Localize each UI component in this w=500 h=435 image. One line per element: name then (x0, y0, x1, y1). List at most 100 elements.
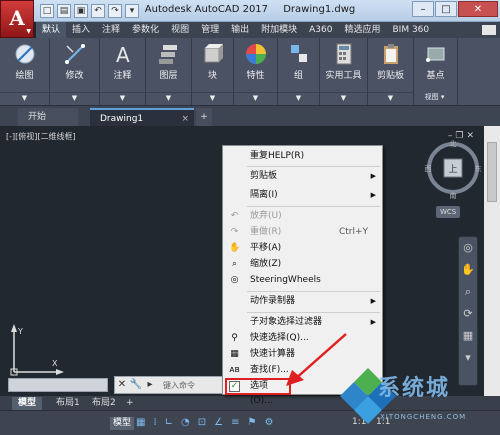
vertical-scrollbar[interactable] (484, 126, 500, 396)
panel-utilities[interactable]: 实用工具 ▼ (320, 38, 368, 105)
application-menu-button[interactable]: A ▼ (0, 0, 34, 38)
menu-item-undo[interactable]: ↶ 放弃(U) (223, 209, 382, 224)
panel-draw-label: 绘图 (15, 71, 34, 81)
wrench-icon[interactable]: 🔧 (129, 377, 143, 393)
find-icon: ᴀʙ (229, 365, 240, 375)
workspace-icon[interactable]: ⚙ (264, 417, 273, 428)
panel-separator (192, 92, 233, 93)
viewport-controls-label[interactable]: [-][俯视][二维线框] (6, 131, 76, 142)
tab-addins[interactable]: 附加模块 (255, 22, 303, 38)
draw-icon (15, 44, 34, 64)
scrollbar-thumb[interactable] (487, 142, 497, 202)
chevron-down-icon[interactable]: ▼ (192, 94, 233, 102)
chevron-down-icon[interactable]: ▼ (234, 94, 277, 102)
chevron-down-icon[interactable]: ▼ (368, 94, 413, 102)
minimize-button[interactable]: – (412, 1, 434, 17)
chevron-down-icon[interactable]: ▼ (278, 94, 319, 102)
tab-model[interactable]: 模型 (12, 397, 43, 410)
panel-modify[interactable]: 修改 ▼ (50, 38, 100, 105)
snap-icon[interactable]: ⁞ (153, 417, 156, 428)
close-icon[interactable]: ✕ (115, 377, 129, 393)
panel-view-text: 视图 (424, 93, 439, 101)
tab-layout2[interactable]: 布局2 (86, 397, 122, 410)
menu-item-label: 放弃(U) (250, 211, 282, 221)
tab-output[interactable]: 输出 (225, 22, 255, 38)
tab-bim360[interactable]: BIM 360 (386, 22, 435, 38)
panel-layers[interactable]: 图层 ▼ (146, 38, 192, 105)
steeringwheel-nav-icon[interactable]: ◎ (459, 237, 477, 259)
tab-a360[interactable]: A360 (303, 22, 338, 38)
panel-group[interactable]: 组 ▼ (278, 38, 320, 105)
otrack-icon[interactable]: ∠ (214, 417, 223, 428)
showmotion-nav-icon[interactable]: ▦ (459, 325, 477, 347)
annotation-icon: A (116, 43, 130, 66)
panel-view-label[interactable]: 视图 ▾ (412, 92, 457, 102)
tab-start[interactable]: 开始 (18, 108, 78, 126)
add-layout-button[interactable]: + (120, 397, 140, 410)
panel-clipboard[interactable]: 剪贴板 ▼ (368, 38, 414, 105)
wcs-menu[interactable]: WCS (436, 206, 461, 218)
menu-item-zoom[interactable]: ⌕ 缩放(Z) (223, 257, 382, 272)
panel-separator (100, 92, 145, 93)
new-tab-button[interactable]: + (196, 108, 212, 126)
tab-view[interactable]: 视图 (165, 22, 195, 38)
tab-annotate[interactable]: 注释 (96, 22, 126, 38)
osnap-icon[interactable]: ⊡ (198, 417, 206, 428)
chevron-down-icon[interactable]: ▼ (146, 94, 191, 102)
panel-properties[interactable]: 特性 ▼ (234, 38, 278, 105)
menu-item-steeringwheels[interactable]: ◎ SteeringWheels (223, 273, 382, 288)
panel-separator (278, 92, 319, 93)
menu-item-repeat-help[interactable]: 重复HELP(R) (223, 149, 382, 164)
ucs-x-label: X (52, 359, 58, 368)
chevron-down-icon[interactable]: ▼ (50, 94, 99, 102)
tab-layout1[interactable]: 布局1 (50, 397, 86, 410)
menu-item-subobject-filter[interactable]: 子对象选择过滤器 ▶ (223, 315, 382, 330)
menu-item-pan[interactable]: ✋ 平移(A) (223, 241, 382, 256)
lineweight-icon[interactable]: ≡ (231, 417, 239, 428)
ribbon-toggle-icon[interactable] (482, 25, 496, 35)
command-input[interactable]: 键入命令 (163, 380, 195, 391)
menu-item-label: 缩放(Z) (250, 259, 282, 269)
menu-item-action-recorder[interactable]: 动作录制器 ▶ (223, 294, 382, 309)
model-space-button[interactable]: 模型 (110, 417, 135, 430)
grid-icon[interactable]: ▦ (136, 417, 145, 428)
menu-item-redo[interactable]: ↷ 重做(R) Ctrl+Y (223, 225, 382, 240)
title-bar: □ ▤ ▣ ↶ ↷ ▾ Autodesk AutoCAD 2017 Drawin… (0, 0, 500, 22)
pan-nav-icon[interactable]: ✋ (459, 259, 477, 281)
ortho-icon[interactable]: ∟ (165, 417, 173, 428)
chevron-down-icon[interactable]: ▼ (100, 94, 145, 102)
tab-manage[interactable]: 管理 (195, 22, 225, 38)
menu-item-label: 隔离(I) (250, 190, 278, 200)
panel-basepoint[interactable]: 基点 视图 ▾ (414, 38, 458, 105)
annotation-scale-icon[interactable]: ⚑ (248, 417, 257, 428)
maximize-button[interactable]: □ (435, 1, 457, 17)
properties-icon (245, 44, 266, 64)
zoom-nav-icon[interactable]: ⌕ (459, 281, 477, 303)
watermark-text: 系统城 (378, 376, 451, 401)
polar-icon[interactable]: ◔ (181, 417, 190, 428)
close-button[interactable]: ✕ (458, 1, 498, 17)
submenu-arrow-icon: ▶ (370, 318, 376, 326)
basepoint-icon (425, 47, 444, 62)
menu-item-clipboard[interactable]: 剪贴板 ▶ (223, 169, 382, 184)
menu-item-isolate[interactable]: 隔离(I) ▶ (223, 188, 382, 203)
clipboard-icon (383, 44, 398, 64)
panel-draw[interactable]: 绘图 ▼ (0, 38, 50, 105)
panel-block[interactable]: 块 ▼ (192, 38, 234, 105)
tab-default[interactable]: 默认 (36, 22, 67, 38)
watermark-subtext: XITONGCHENG.COM (380, 413, 467, 421)
app-name: Autodesk AutoCAD 2017 (144, 4, 269, 15)
chevron-down-icon[interactable]: ▼ (320, 94, 367, 102)
tab-featured-apps[interactable]: 精选应用 (338, 22, 386, 38)
panel-annotation[interactable]: A 注释 ▼ (100, 38, 146, 105)
tab-drawing1[interactable]: Drawing1 × (90, 108, 194, 126)
options-checkbox-icon: ✓ (229, 381, 240, 392)
orbit-nav-icon[interactable]: ⟳ (459, 303, 477, 325)
file-name: Drawing1.dwg (283, 4, 356, 15)
chevron-up-icon[interactable]: ▸ (143, 377, 157, 393)
command-history-panel[interactable] (8, 378, 108, 392)
chevron-down-icon[interactable]: ▼ (0, 94, 49, 102)
tab-parametric[interactable]: 参数化 (126, 22, 165, 38)
tab-insert[interactable]: 插入 (66, 22, 96, 38)
viewcube[interactable]: 上 北 南 东 西 (425, 138, 481, 200)
